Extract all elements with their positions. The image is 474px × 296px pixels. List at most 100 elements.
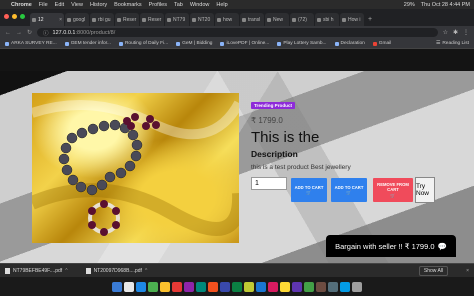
menu-file[interactable]: File [39,2,48,8]
bookmark-item[interactable]: Play Lottery Samb... [277,41,327,46]
tab-active[interactable]: 12 × [30,13,64,26]
app-icon[interactable] [304,281,314,292]
bookmark-label: iLovePDF | Online... [226,41,270,46]
tab[interactable]: Reser [140,13,164,26]
tab[interactable]: sbi h [315,13,339,26]
tab-label: how [223,16,233,23]
close-icon[interactable]: × [466,268,469,274]
bookmark-item[interactable]: Declaration [334,41,365,46]
app-icon[interactable] [208,281,218,292]
info-icon[interactable]: ⓘ [43,29,49,37]
favicon-icon [192,17,196,22]
download-item[interactable]: NT20097D968B....pdf ^ [85,267,147,274]
add-to-cart-button[interactable]: ADD TO CART 🛒 [291,178,327,202]
bookmark-item[interactable]: Gmail [372,41,391,46]
bookmark-label: GeM | Bidding [182,41,213,46]
tab[interactable]: rbi gu [90,13,114,26]
app-icon[interactable] [220,281,230,292]
menu-view[interactable]: View [71,2,83,8]
clock[interactable]: Thu Oct 28 4:44 PM [421,2,470,8]
minimize-window-button[interactable] [12,14,17,19]
mac-menu-bar: Chrome File Edit View History Bookmarks … [0,0,474,9]
close-window-button[interactable] [4,14,9,19]
remove-from-cart-button[interactable]: REMOVE FROM CART 🛒 [373,178,413,202]
back-icon[interactable]: ← [5,30,11,36]
chevron-up-icon[interactable]: ^ [65,268,67,274]
close-icon[interactable]: × [59,17,62,23]
menu-profiles[interactable]: Profiles [149,2,167,8]
chrome-icon[interactable] [280,281,290,292]
bookmark-item[interactable]: iLovePDF | Online... [220,41,269,46]
forward-icon[interactable]: → [16,30,22,36]
star-icon[interactable]: ☆ [443,29,448,36]
bookmark-item[interactable]: Routing of Daily Fi... [118,41,168,46]
menu-app-name[interactable]: Chrome [11,2,32,8]
launchpad-icon[interactable] [124,281,134,292]
reading-list-label: Reading List [442,41,469,46]
app-icon[interactable] [244,281,254,292]
notes-icon[interactable] [160,281,170,292]
tab[interactable]: NT79 [165,13,189,26]
app-icon[interactable] [232,281,242,292]
menu-window[interactable]: Window [190,2,210,8]
download-item[interactable]: NT79BEFBE49F....pdf ^ [5,267,68,274]
chat-icon: 💬 [437,241,447,251]
bargain-label: Bargain with seller !! ₹ 1799.0 [335,241,435,251]
battery-level[interactable]: 29% [404,2,415,8]
menu-icon[interactable]: ⋮ [463,29,469,36]
reading-list-button[interactable]: ☰ Reading List [436,41,469,46]
tab-label: (72) [298,16,307,23]
tab-label: transl [248,16,261,23]
app-icon[interactable] [268,281,278,292]
favicon-icon [292,17,296,22]
quantity-input[interactable] [251,177,287,190]
tab[interactable]: Reser [115,13,139,26]
safari-icon[interactable] [136,281,146,292]
product-image [32,93,239,243]
app-icon[interactable] [256,281,266,292]
app-icon[interactable] [184,281,194,292]
app-icon[interactable] [340,281,350,292]
bookmark-label: ARKA SURVEY RE... [11,41,57,46]
menu-help[interactable]: Help [216,2,227,8]
url-field[interactable]: ⓘ 127.0.0.1:8000/product/8/ [37,28,438,37]
tab[interactable]: (72) [290,13,314,26]
menu-tab[interactable]: Tab [174,2,183,8]
calendar-icon[interactable] [172,281,182,292]
favicon-icon [342,17,346,22]
favicon-icon [167,17,171,22]
extensions-icon[interactable]: ✱ [453,29,458,36]
messages-icon[interactable] [148,281,158,292]
zoom-window-button[interactable] [20,14,25,19]
bookmark-item[interactable]: GeM | Bidding [176,41,212,46]
gmail-icon [372,41,377,46]
app-icon[interactable] [316,281,326,292]
tab[interactable]: New [265,13,289,26]
add-to-cart-button-2[interactable]: ADD TO CART 🛒 [331,178,367,202]
new-tab-button[interactable]: + [365,13,375,26]
chevron-up-icon[interactable]: ^ [145,268,147,274]
bookmark-item[interactable]: ARKA SURVEY RE... [5,41,57,46]
app-icon[interactable] [196,281,206,292]
tab[interactable]: How i [340,13,364,26]
macos-dock [0,277,474,296]
show-all-downloads-button[interactable]: Show All [418,265,449,276]
app-icon[interactable] [292,281,302,292]
tab[interactable]: transl [240,13,264,26]
tab-strip: 12 × googl rbi gu Reser Reser NT79 NT20 h… [0,9,474,26]
tab[interactable]: how [215,13,239,26]
reload-icon[interactable]: ↻ [27,29,32,36]
cart-icon: 🛒 [306,190,312,195]
url-host: 127.0.0.1 [52,29,76,36]
menu-edit[interactable]: Edit [55,2,64,8]
finder-icon[interactable] [112,281,122,292]
tab[interactable]: googl [65,13,89,26]
bargain-chat-button[interactable]: Bargain with seller !! ₹ 1799.0 💬 [326,235,456,257]
tab[interactable]: NT20 [190,13,214,26]
bookmark-item[interactable]: GEM tender infor... [64,41,111,46]
try-now-button[interactable]: Try Now [415,177,435,203]
app-icon[interactable] [328,281,338,292]
menu-bookmarks[interactable]: Bookmarks [114,2,142,8]
menu-history[interactable]: History [90,2,107,8]
trash-icon[interactable] [352,281,362,292]
